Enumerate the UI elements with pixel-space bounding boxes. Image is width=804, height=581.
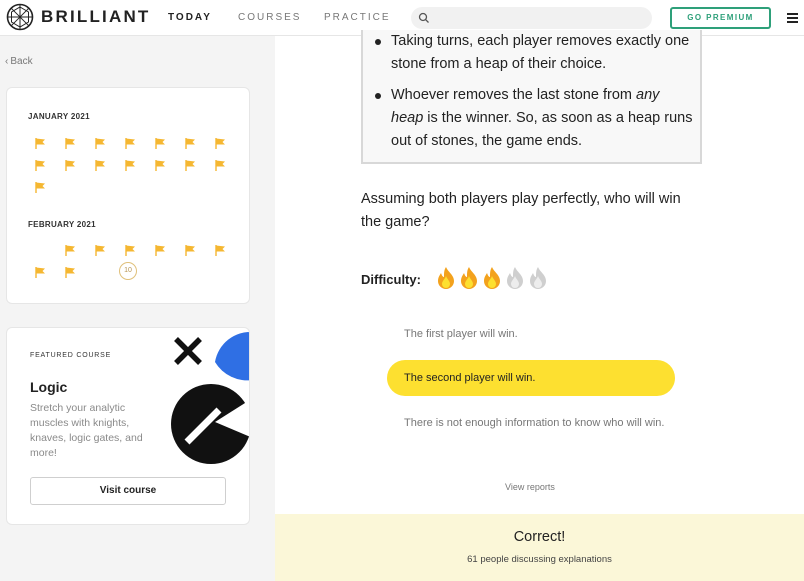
brilliant-logo-icon[interactable] — [6, 3, 34, 31]
january-day-flag-icon — [64, 136, 76, 149]
january-day-flag-icon — [214, 136, 226, 149]
view-reports-link[interactable]: View reports — [505, 482, 555, 492]
february-day-flag-icon — [64, 243, 76, 256]
january-day-flag-icon — [64, 158, 76, 171]
result-title: Correct! — [513, 529, 566, 545]
answer-choice-second-player[interactable]: The second player will win. — [387, 360, 675, 396]
january-day-flag-icon — [214, 158, 226, 171]
chevron-left-icon: ‹ — [5, 56, 9, 67]
search-icon — [418, 12, 429, 23]
february-day-flag-icon — [214, 243, 226, 256]
rule-item-2-text: Whoever removes the last stone from any … — [391, 87, 693, 149]
january-day-flag-icon — [184, 136, 196, 149]
january-day-flag-icon — [184, 158, 196, 171]
rule-item-2: Whoever removes the last stone from any … — [373, 84, 693, 153]
february-day-flag-icon — [154, 243, 166, 256]
month-label-february: FEBRUARY 2021 — [28, 220, 96, 229]
visit-course-button[interactable]: Visit course — [30, 477, 226, 505]
january-day-flag-icon — [124, 136, 136, 149]
january-day-flag-icon — [34, 158, 46, 171]
february-day-flag-icon — [124, 243, 136, 256]
course-title[interactable]: Logic — [30, 379, 67, 395]
flame-filled-icon — [458, 266, 480, 290]
month-label-january: JANUARY 2021 — [28, 112, 90, 121]
flame-empty-icon — [504, 266, 526, 290]
january-day-flag-icon — [94, 158, 106, 171]
back-link[interactable]: ‹ Back — [5, 56, 33, 67]
current-day-badge[interactable]: 10 — [119, 262, 137, 280]
flame-empty-icon — [527, 266, 549, 290]
featured-course-card: FEATURED COURSE Logic Stretch your analy… — [6, 327, 250, 525]
featured-course-eyebrow: FEATURED COURSE — [30, 352, 112, 359]
streak-calendar-card: JANUARY 2021 FEBRUARY 2021 10 — [6, 87, 250, 304]
february-day-flag-icon — [34, 265, 46, 278]
hamburger-menu-icon[interactable] — [787, 13, 798, 23]
question-text: Assuming both players play perfectly, wh… — [361, 191, 681, 230]
flame-filled-icon — [481, 266, 503, 290]
nav-courses[interactable]: COURSES — [238, 12, 301, 23]
january-day-flag-icon — [94, 136, 106, 149]
february-day-flag-icon — [94, 243, 106, 256]
rule-item-1: Taking turns, each player removes exactl… — [373, 30, 693, 76]
course-description: Stretch your analytic muscles with knigh… — [30, 402, 143, 459]
result-banner: Correct! 61 people discussing explanatio… — [275, 514, 804, 581]
logic-course-illustration — [171, 332, 249, 464]
brand-name[interactable]: BRILLIANT — [41, 7, 151, 27]
flame-filled-icon — [435, 266, 457, 290]
february-day-flag-icon — [184, 243, 196, 256]
back-label: Back — [10, 56, 33, 67]
go-premium-button[interactable]: GO PREMIUM — [670, 7, 771, 29]
nav-practice[interactable]: PRACTICE — [324, 12, 391, 23]
january-day-flag-icon — [154, 158, 166, 171]
january-day-flag-icon — [154, 136, 166, 149]
difficulty-label: Difficulty: — [361, 272, 421, 287]
problem-panel: Taking turns, each player removes exactl… — [275, 30, 804, 581]
search-input[interactable] — [411, 7, 652, 29]
january-day-flag-icon — [34, 180, 46, 193]
january-day-flag-icon — [124, 158, 136, 171]
answer-choice-not-enough-info[interactable]: There is not enough information to know … — [387, 413, 667, 433]
rules-list: Taking turns, each player removes exactl… — [373, 30, 693, 153]
rules-box: Taking turns, each player removes exactl… — [361, 30, 702, 164]
january-day-flag-icon — [34, 136, 46, 149]
discussion-link[interactable]: 61 people discussing explanations — [275, 554, 804, 565]
february-day-flag-icon — [64, 265, 76, 278]
nav-today[interactable]: TODAY — [168, 12, 212, 23]
answer-choice-first-player[interactable]: The first player will win. — [387, 324, 675, 344]
